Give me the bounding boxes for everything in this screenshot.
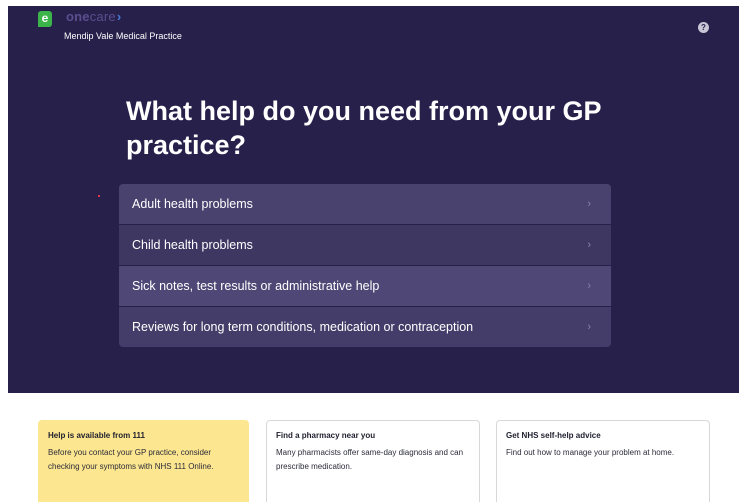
option-label: Reviews for long term conditions, medica… — [132, 320, 474, 334]
option-admin-help[interactable]: Sick notes, test results or administrati… — [119, 266, 611, 307]
card-text: Before you contact your GP practice, con… — [48, 448, 214, 471]
practice-name: Mendip Vale Medical Practice — [64, 31, 182, 41]
option-label: Child health problems — [132, 238, 253, 252]
help-options-list: Adult health problems › Child health pro… — [119, 184, 611, 347]
brand-care: care — [89, 9, 116, 24]
chevron-right-icon: › — [587, 198, 591, 210]
help-icon[interactable]: ? — [698, 22, 709, 33]
option-reviews[interactable]: Reviews for long term conditions, medica… — [119, 307, 611, 347]
option-adult-health[interactable]: Adult health problems › — [119, 184, 611, 225]
card-text: Find out how to manage your problem at h… — [506, 448, 675, 457]
chevron-right-icon: › — [587, 321, 591, 333]
card-title: Get NHS self-help advice — [506, 431, 601, 440]
brand-one: one — [66, 9, 90, 24]
brand-chevron-icon: › — [116, 9, 122, 24]
option-child-health[interactable]: Child health problems › — [119, 225, 611, 266]
card-self-help[interactable]: Get NHS self-help advice Find out how to… — [496, 420, 710, 502]
card-title: Help is available from 111 — [48, 431, 145, 440]
chevron-right-icon: › — [587, 280, 591, 292]
card-nhs-111[interactable]: Help is available from 111 Before you co… — [38, 420, 249, 502]
card-title: Find a pharmacy near you — [276, 431, 376, 440]
option-label: Adult health problems — [132, 197, 253, 211]
chevron-right-icon: › — [587, 239, 591, 251]
card-find-pharmacy[interactable]: Find a pharmacy near you Many pharmacist… — [266, 420, 480, 502]
card-text: Many pharmacists offer same-day diagnosi… — [276, 448, 464, 471]
onecare-logo-icon[interactable]: e — [38, 11, 52, 27]
brand-wordmark[interactable]: onecare› — [66, 9, 121, 24]
page-title: What help do you need from your GP pract… — [126, 96, 602, 160]
decorative-dot — [98, 195, 100, 197]
option-label: Sick notes, test results or administrati… — [132, 279, 380, 293]
